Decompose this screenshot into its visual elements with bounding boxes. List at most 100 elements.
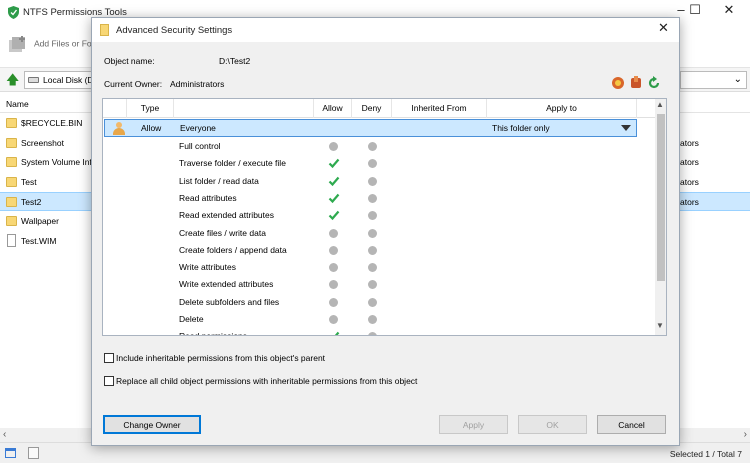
permission-name: List folder / read data bbox=[179, 175, 259, 186]
allow-check-icon[interactable] bbox=[328, 157, 340, 169]
deny-unset-icon[interactable] bbox=[368, 245, 377, 255]
allow-unset-icon[interactable] bbox=[329, 245, 338, 255]
allow-unset-icon[interactable] bbox=[329, 280, 338, 290]
chevron-down-icon: ⌄ bbox=[733, 74, 742, 85]
owner-dropdown[interactable]: ⌄ bbox=[680, 71, 747, 89]
permission-name: Read attributes bbox=[179, 192, 237, 203]
permission-row: Write extended attributes bbox=[103, 276, 655, 293]
permission-name: Read permissions bbox=[179, 331, 247, 335]
scroll-up-icon[interactable]: ▲ bbox=[656, 100, 664, 109]
column-type[interactable]: Type bbox=[127, 99, 174, 118]
permission-name: Create folders / append data bbox=[179, 244, 287, 255]
allow-unset-icon[interactable] bbox=[329, 228, 338, 238]
permission-name: Delete subfolders and files bbox=[179, 296, 280, 307]
deny-unset-icon[interactable] bbox=[368, 142, 377, 151]
add-files-label: Add Files or Fo bbox=[34, 38, 92, 49]
column-inherited-from[interactable]: Inherited From bbox=[392, 99, 487, 118]
allow-unset-icon[interactable] bbox=[329, 297, 338, 307]
scroll-left-icon[interactable]: ‹ bbox=[3, 429, 6, 440]
scroll-thumb[interactable] bbox=[657, 114, 665, 281]
permission-name: Read extended attributes bbox=[179, 210, 274, 221]
ok-button[interactable]: OK bbox=[518, 415, 587, 434]
column-allow[interactable]: Allow bbox=[314, 99, 352, 118]
ace-apply-to: This folder only bbox=[492, 123, 550, 133]
inherit-permissions-label: Include inheritable permissions from thi… bbox=[116, 353, 326, 363]
permissions-table: Type Allow Deny Inherited From Apply to … bbox=[102, 98, 667, 336]
permission-row: Delete subfolders and files bbox=[103, 294, 655, 311]
deny-unset-icon[interactable] bbox=[368, 193, 377, 203]
file-owner: ators bbox=[680, 177, 699, 187]
replace-child-permissions-label: Replace all child object permissions wit… bbox=[116, 376, 418, 386]
scroll-down-icon[interactable]: ▼ bbox=[656, 321, 664, 330]
add-files-button[interactable]: Add Files or Fo bbox=[8, 35, 92, 53]
allow-check-icon[interactable] bbox=[328, 330, 340, 335]
dialog-titlebar: Advanced Security Settings ✕ bbox=[92, 18, 679, 42]
permission-row: Read permissions bbox=[103, 328, 655, 335]
file-owner: ators bbox=[680, 157, 699, 167]
allow-check-icon[interactable] bbox=[328, 175, 340, 187]
status-text: Selected 1 / Total 7 bbox=[669, 449, 742, 459]
owner-label: Current Owner: bbox=[104, 79, 163, 89]
deny-unset-icon[interactable] bbox=[368, 297, 377, 307]
deny-unset-icon[interactable] bbox=[368, 280, 377, 290]
object-name-label: Object name: bbox=[104, 56, 155, 66]
take-ownership-icon[interactable] bbox=[611, 76, 625, 90]
inherit-permissions-checkbox[interactable] bbox=[104, 353, 114, 363]
ace-type: Allow bbox=[141, 123, 162, 133]
deny-unset-icon[interactable] bbox=[368, 263, 377, 273]
column-name: Name bbox=[6, 99, 29, 109]
add-files-icon bbox=[9, 36, 25, 52]
column-icon bbox=[103, 99, 127, 118]
allow-check-icon[interactable] bbox=[328, 192, 340, 204]
cancel-button[interactable]: Cancel bbox=[597, 415, 666, 434]
permission-row: Read attributes bbox=[103, 190, 655, 207]
column-apply-to[interactable]: Apply to bbox=[487, 99, 637, 118]
ace-row-everyone[interactable]: Allow Everyone This folder only bbox=[104, 119, 637, 137]
up-arrow-icon[interactable]: 🡅 bbox=[6, 71, 19, 93]
owner-value: Administrators bbox=[170, 79, 225, 89]
ace-principal: Everyone bbox=[180, 123, 216, 133]
column-deny[interactable]: Deny bbox=[352, 99, 392, 118]
permission-row: Create files / write data bbox=[103, 225, 655, 242]
drive-icon bbox=[28, 77, 39, 83]
owner-settings-icon[interactable] bbox=[629, 76, 643, 90]
copy-icon[interactable] bbox=[28, 447, 39, 459]
replace-child-permissions-checkbox[interactable] bbox=[104, 376, 114, 386]
allow-unset-icon[interactable] bbox=[329, 315, 338, 324]
column-principal[interactable] bbox=[174, 99, 314, 118]
file-name: Test.WIM bbox=[21, 236, 57, 246]
file-name: Test bbox=[21, 177, 37, 187]
drive-selector[interactable]: Local Disk (D bbox=[24, 71, 94, 89]
allow-unset-icon[interactable] bbox=[329, 142, 338, 151]
file-name: $RECYCLE.BIN bbox=[21, 118, 83, 128]
close-window-button[interactable]: ✕ bbox=[706, 0, 750, 20]
change-owner-button[interactable]: Change Owner bbox=[103, 415, 201, 434]
folder-icon bbox=[6, 177, 17, 187]
deny-unset-icon[interactable] bbox=[368, 159, 377, 169]
file-owner: ators bbox=[680, 138, 699, 148]
scroll-right-icon[interactable]: › bbox=[744, 429, 747, 440]
permissions-scrollbar[interactable]: ▲ ▼ bbox=[655, 99, 666, 335]
permission-name: Create files / write data bbox=[179, 227, 266, 238]
deny-unset-icon[interactable] bbox=[368, 332, 377, 335]
deny-unset-icon[interactable] bbox=[368, 211, 377, 221]
file-owner: ators bbox=[680, 197, 699, 207]
refresh-icon[interactable] bbox=[647, 76, 661, 90]
deny-unset-icon[interactable] bbox=[368, 315, 377, 324]
allow-unset-icon[interactable] bbox=[329, 263, 338, 273]
permission-row: Delete bbox=[103, 311, 655, 328]
close-icon[interactable]: ✕ bbox=[658, 20, 669, 36]
folder-icon bbox=[6, 157, 17, 167]
folder-icon bbox=[6, 216, 17, 226]
apply-button[interactable]: Apply bbox=[439, 415, 508, 434]
permission-row: List folder / read data bbox=[103, 173, 655, 190]
deny-unset-icon[interactable] bbox=[368, 176, 377, 186]
deny-unset-icon[interactable] bbox=[368, 228, 377, 238]
apply-to-dropdown-icon[interactable] bbox=[621, 125, 631, 131]
allow-check-icon[interactable] bbox=[328, 209, 340, 221]
folder-icon bbox=[6, 118, 17, 128]
details-view-icon[interactable] bbox=[5, 448, 16, 458]
permission-row: Traverse folder / execute file bbox=[103, 155, 655, 172]
user-icon bbox=[113, 122, 125, 135]
file-icon bbox=[7, 234, 16, 247]
